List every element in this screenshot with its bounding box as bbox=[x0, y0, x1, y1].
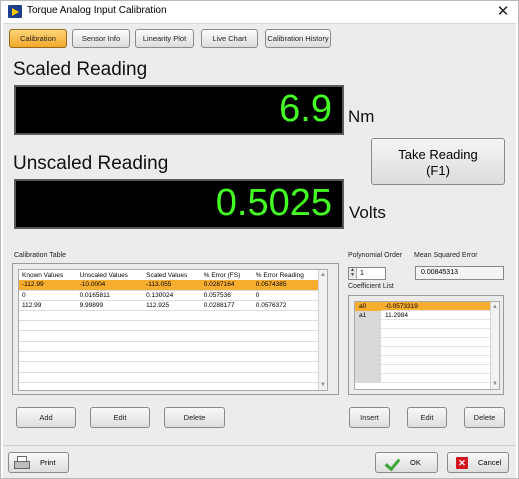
tab-calibration[interactable]: Calibration bbox=[9, 29, 67, 48]
table-cell: 0 bbox=[252, 290, 319, 301]
empty-row bbox=[355, 374, 499, 383]
unscaled-unit-label: Volts bbox=[349, 203, 386, 222]
coefficient-value: 11.2984 bbox=[385, 312, 409, 319]
empty-row bbox=[19, 310, 319, 321]
cancel-icon: ✕ bbox=[456, 457, 468, 469]
scroll-down-icon[interactable]: ▼ bbox=[319, 381, 327, 389]
calibration-window: Torque Analog Input Calibration ✕ Calibr… bbox=[0, 0, 519, 479]
scaled-reading-label: Scaled Reading bbox=[13, 59, 148, 80]
unscaled-reading-label: Unscaled Reading bbox=[13, 153, 169, 174]
table-cell: 0.0576372 bbox=[252, 300, 319, 311]
tab-calibration-history[interactable]: Calibration History bbox=[265, 29, 331, 48]
empty-row bbox=[355, 338, 499, 347]
take-reading-label: Take Reading bbox=[398, 147, 478, 162]
tab-live-chart[interactable]: Live Chart bbox=[201, 29, 258, 48]
table-cell: 0.130024 bbox=[143, 290, 201, 301]
empty-row bbox=[19, 320, 319, 332]
take-reading-button[interactable]: Take Reading (F1) bbox=[371, 138, 505, 185]
print-button[interactable]: Print bbox=[8, 452, 69, 473]
delete-coefficient-button[interactable]: Delete bbox=[464, 407, 505, 428]
empty-row bbox=[19, 351, 319, 363]
table-cell: 0.057536 bbox=[200, 290, 253, 301]
empty-row bbox=[19, 372, 319, 384]
add-button[interactable]: Add bbox=[16, 407, 76, 428]
cancel-button[interactable]: ✕ Cancel bbox=[447, 452, 509, 473]
calibration-table[interactable]: Known Values Unscaled Values Scaled Valu… bbox=[18, 269, 328, 391]
polynomial-order-value: 1 bbox=[360, 270, 364, 277]
footer-bar: Print OK ✕ Cancel bbox=[3, 445, 516, 478]
coefficient-row[interactable]: a1 11.2984 bbox=[355, 311, 499, 320]
tab-bar: Calibration Sensor Info Linearity Plot L… bbox=[3, 23, 516, 51]
ok-label: OK bbox=[410, 458, 421, 467]
coefficient-scrollbar[interactable]: ▲ ▼ bbox=[490, 302, 499, 389]
calibration-table-label: Calibration Table bbox=[14, 252, 67, 259]
scroll-up-icon[interactable]: ▲ bbox=[319, 271, 327, 279]
printer-icon bbox=[14, 456, 30, 469]
edit-button[interactable]: Edit bbox=[90, 407, 150, 428]
coefficient-name: a1 bbox=[355, 311, 381, 320]
column-header: Known Values bbox=[22, 271, 64, 279]
coefficient-list[interactable]: a0 -0.0573319 a1 11.2984 ▲ ▼ bbox=[354, 301, 500, 390]
window-title: Torque Analog Input Calibration bbox=[27, 5, 167, 16]
empty-row bbox=[19, 341, 319, 353]
scroll-down-icon[interactable]: ▼ bbox=[491, 380, 499, 388]
coefficient-list-frame: a0 -0.0573319 a1 11.2984 ▲ ▼ bbox=[348, 295, 504, 395]
table-cell: -10.0004 bbox=[76, 280, 144, 291]
calibration-table-frame: Known Values Unscaled Values Scaled Valu… bbox=[12, 263, 339, 395]
ok-button[interactable]: OK bbox=[375, 452, 438, 473]
coefficient-list-label: Coefficient List bbox=[348, 283, 394, 290]
empty-row bbox=[355, 347, 499, 356]
table-row[interactable]: 112.99 9.99899 112.925 0.0288177 0.05763… bbox=[19, 300, 319, 311]
scroll-up-icon[interactable]: ▲ bbox=[491, 303, 499, 311]
scaled-unit-label: Nm bbox=[348, 107, 375, 126]
coefficient-row[interactable]: a0 -0.0573319 bbox=[355, 302, 499, 311]
empty-row bbox=[355, 320, 499, 329]
table-cell: -113.055 bbox=[143, 280, 201, 291]
coefficient-name: a0 bbox=[355, 302, 381, 311]
column-header: % Error Reading bbox=[255, 271, 304, 279]
table-cell: 9.99899 bbox=[76, 300, 144, 311]
table-cell: 0.0287164 bbox=[200, 280, 253, 291]
check-icon bbox=[386, 457, 400, 467]
tab-sensor-info[interactable]: Sensor Info bbox=[72, 29, 130, 48]
app-icon bbox=[8, 5, 22, 18]
table-row[interactable]: -112.99 -10.0004 -113.055 0.0287164 0.05… bbox=[19, 280, 319, 291]
table-cell: -112.99 bbox=[19, 280, 77, 291]
empty-row bbox=[19, 361, 319, 373]
table-cell: 0.0165811 bbox=[76, 290, 144, 301]
edit-coefficient-button[interactable]: Edit bbox=[407, 407, 447, 428]
scaled-reading-display: 6.9 bbox=[14, 85, 344, 135]
print-label: Print bbox=[40, 458, 56, 467]
coefficient-value: -0.0573319 bbox=[385, 303, 418, 310]
take-reading-shortcut: (F1) bbox=[426, 163, 450, 178]
table-cell: 0.0574385 bbox=[252, 280, 319, 291]
empty-row bbox=[355, 365, 499, 374]
empty-row bbox=[19, 330, 319, 342]
table-cell: 112.99 bbox=[19, 300, 77, 311]
table-cell: 0 bbox=[19, 290, 77, 301]
table-cell: 0.0288177 bbox=[200, 300, 253, 311]
column-header: Unscaled Values bbox=[79, 271, 128, 279]
spinner-icon[interactable]: ▲ ▼ bbox=[349, 268, 357, 279]
empty-row bbox=[355, 356, 499, 365]
insert-coefficient-button[interactable]: Insert bbox=[349, 407, 390, 428]
cancel-label: Cancel bbox=[478, 458, 502, 467]
table-scrollbar[interactable]: ▲ ▼ bbox=[318, 270, 327, 390]
mse-label: Mean Squared Error bbox=[414, 252, 478, 259]
table-cell: 112.925 bbox=[143, 300, 201, 311]
empty-row bbox=[355, 329, 499, 338]
column-header: Scaled Values bbox=[146, 271, 188, 279]
title-bar: Torque Analog Input Calibration ✕ bbox=[1, 1, 518, 23]
unscaled-reading-display: 0.5025 bbox=[14, 179, 344, 229]
mse-value: 0.00845313 bbox=[415, 266, 504, 280]
polynomial-order-input[interactable]: ▲ ▼ 1 bbox=[348, 267, 386, 280]
tab-linearity-plot[interactable]: Linearity Plot bbox=[135, 29, 194, 48]
delete-button[interactable]: Delete bbox=[164, 407, 225, 428]
table-row[interactable]: 0 0.0165811 0.130024 0.057536 0 bbox=[19, 290, 319, 301]
column-header: % Error (FS) bbox=[203, 271, 241, 279]
close-icon[interactable]: ✕ bbox=[494, 2, 512, 20]
polynomial-order-label: Polynomial Order bbox=[348, 252, 403, 259]
